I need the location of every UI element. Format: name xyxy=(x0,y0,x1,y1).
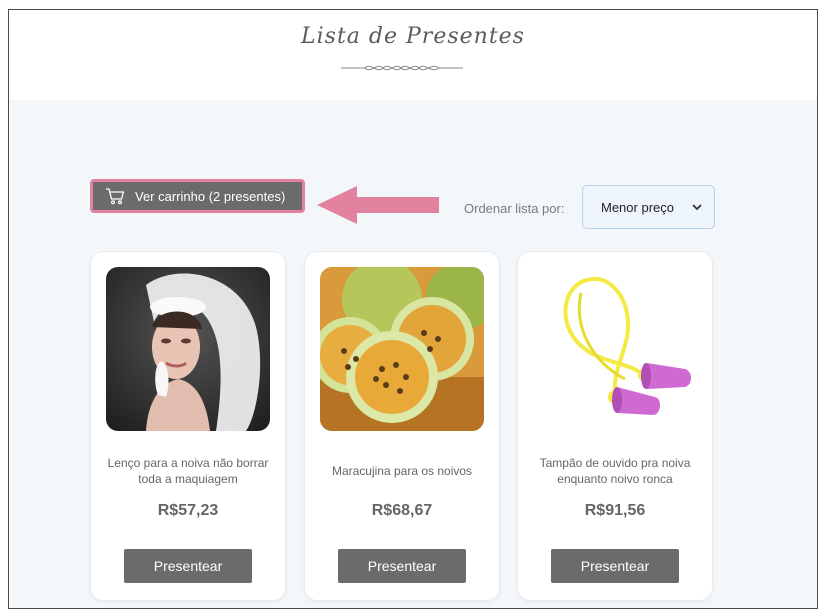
product-name: Lenço para a noiva não borrar toda a maq… xyxy=(107,456,269,486)
product-card: Lenço para a noiva não borrar toda a maq… xyxy=(91,252,285,600)
site-logo-title: Lista de Presentes xyxy=(301,24,525,49)
view-cart-button[interactable]: Ver carrinho (2 presentes) xyxy=(90,179,305,213)
product-price: R$57,23 xyxy=(157,502,219,519)
logo-flourish-ornament xyxy=(341,65,463,71)
product-image-crying-bride xyxy=(106,267,270,431)
sort-select[interactable]: Menor preço xyxy=(582,185,715,229)
page-frame: Lista de Presentes Ver carrinho (2 prese… xyxy=(8,9,818,609)
product-name: Maracujina para os noivos xyxy=(331,464,473,478)
gift-list-section: Ver carrinho (2 presentes) Ordenar lista… xyxy=(9,100,817,608)
product-card: Tampão de ouvido pra noiva enquanto noiv… xyxy=(518,252,712,600)
product-card: Maracujina para os noivos R$68,67 Presen… xyxy=(305,252,499,600)
sort-label: Ordenar lista por: xyxy=(464,201,565,216)
view-cart-label: Ver carrinho (2 presentes) xyxy=(135,188,286,204)
sort-selected-value: Menor preço xyxy=(601,199,674,215)
gift-button[interactable]: Presentear xyxy=(124,549,252,583)
product-price: R$91,56 xyxy=(584,502,646,519)
product-price: R$68,67 xyxy=(371,502,433,519)
chevron-down-icon xyxy=(692,203,702,210)
product-name: Tampão de ouvido pra noiva enquanto noiv… xyxy=(539,456,691,486)
gift-button[interactable]: Presentear xyxy=(338,549,466,583)
gift-button[interactable]: Presentear xyxy=(551,549,679,583)
shopping-cart-icon xyxy=(105,187,125,205)
site-header: Lista de Presentes xyxy=(9,10,817,100)
product-image-earplugs xyxy=(533,267,697,431)
left-arrow-icon xyxy=(317,186,439,224)
product-image-passion-fruit xyxy=(320,267,484,431)
